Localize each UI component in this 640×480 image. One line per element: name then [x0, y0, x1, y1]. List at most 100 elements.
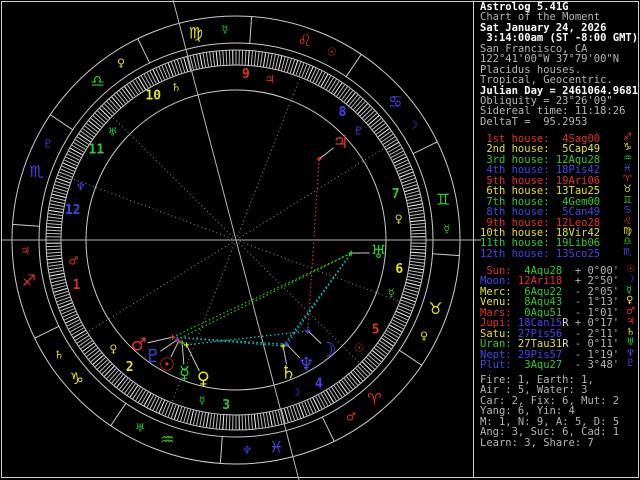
degree-tick: [408, 269, 423, 274]
sign-boundary-line: [34, 325, 60, 339]
header-line: DeltaT = 95.2953: [480, 115, 588, 128]
degree-tick: [152, 397, 160, 411]
planet-position-list: Sun: 4Aqu28 + 0°00' ☉ Moon: 12Ari18 + 2°50…: [480, 265, 635, 371]
degree-tick: [392, 319, 406, 327]
degree-tick: [199, 53, 204, 68]
degree-tick: [259, 413, 263, 428]
degree-tick: [341, 379, 351, 392]
degree-tick: [49, 203, 64, 208]
degree-tick: [192, 55, 198, 70]
degree-tick: [218, 51, 222, 66]
degree-tick: [256, 414, 260, 429]
degree-tick: [368, 115, 380, 126]
degree-tick: [47, 254, 62, 258]
zodiac-sign-icon: ♈: [367, 390, 381, 409]
sign-ruler-icon: ♅: [135, 422, 145, 435]
degree-tick: [51, 196, 66, 202]
degree-tick: [82, 342, 95, 352]
degree-tick: [75, 139, 88, 148]
degree-tick: [47, 257, 62, 261]
degree-tick: [407, 275, 422, 280]
degree-tick: [268, 412, 273, 427]
degree-tick: [408, 272, 423, 277]
degree-tick: [375, 345, 388, 355]
degree-tick: [348, 94, 359, 106]
degree-tick: [48, 263, 63, 267]
degree-tick: [405, 284, 420, 290]
degree-tick: [247, 415, 250, 430]
degree-tick: [116, 376, 126, 388]
degree-tick: [212, 414, 216, 429]
degree-tick: [262, 413, 267, 428]
house-ruler-icon: ♄: [171, 81, 181, 94]
degree-tick: [99, 108, 111, 119]
house-ruler-icon: ☿: [388, 286, 395, 299]
aspect-line: [282, 252, 352, 347]
degree-tick: [386, 141, 399, 151]
degree-tick: [271, 54, 276, 69]
degree-tick: [64, 159, 78, 167]
sign-glyph-icon: ♋: [623, 205, 632, 217]
zodiac-sign-icon: ♌: [298, 31, 312, 50]
sign-glyph-icon: ♎: [623, 236, 632, 248]
sign-boundary-line: [137, 38, 151, 64]
degree-tick: [370, 117, 382, 128]
degree-tick: [113, 374, 124, 386]
degree-tick: [222, 50, 225, 65]
planet-pointer-line: [147, 336, 173, 344]
degree-tick: [155, 398, 163, 412]
degree-tick: [205, 52, 210, 67]
degree-tick: [215, 51, 219, 66]
degree-tick: [155, 68, 163, 82]
planet-glyph-icon: ♇: [626, 357, 635, 369]
degree-tick: [410, 254, 425, 258]
degree-tick: [108, 370, 119, 382]
degree-tick: [199, 412, 204, 427]
degree-tick: [132, 386, 141, 400]
zodiac-sign-icon: ♉: [428, 299, 442, 318]
degree-tick: [49, 272, 64, 277]
degree-tick: [271, 411, 276, 426]
degree-tick: [372, 120, 384, 130]
degree-tick: [135, 388, 144, 401]
degree-tick: [357, 365, 368, 377]
house-ruler-icon: ☽: [291, 386, 301, 399]
degree-tick: [205, 413, 210, 428]
degree-tick: [65, 156, 79, 164]
sign-ruler-icon: ☉: [327, 45, 337, 58]
house-ruler-icon: ♂: [68, 255, 78, 268]
degree-tick: [387, 144, 401, 153]
degree-tick: [364, 110, 375, 121]
degree-tick: [410, 219, 425, 223]
planet-row: Plut: 3Aqu27 - 3°48' ♇: [480, 357, 635, 371]
degree-tick: [244, 415, 247, 430]
degree-tick: [259, 52, 263, 67]
planet-pointer-line: [181, 342, 185, 365]
degree-tick: [66, 319, 80, 327]
planet-pointer-line: [282, 345, 287, 365]
sign-boundary-line: [412, 141, 438, 155]
degree-tick: [192, 410, 198, 425]
degree-tick: [80, 130, 93, 140]
degree-tick: [94, 357, 106, 368]
sign-glyph-icon: ♌: [623, 215, 632, 227]
degree-tick: [52, 281, 66, 287]
degree-tick: [218, 414, 222, 429]
degree-tick: [382, 335, 396, 344]
degree-tick: [394, 159, 408, 167]
planet-glyph-icon: ♄: [280, 363, 296, 384]
stats-line: Learn: 3, Share: 7: [480, 436, 594, 449]
zodiac-sign-icon: ♏: [29, 162, 43, 181]
sign-glyph-icon: ♑: [623, 142, 632, 154]
degree-tick: [50, 275, 65, 280]
zodiac-sign-icon: ♊: [436, 190, 450, 209]
degree-tick: [328, 388, 337, 401]
degree-tick: [389, 147, 402, 156]
degree-tick: [225, 415, 228, 430]
house-number: 9: [242, 67, 250, 82]
degree-tick: [75, 332, 88, 341]
degree-tick: [49, 269, 64, 274]
degree-tick: [404, 187, 419, 193]
house-number: 12: [65, 203, 81, 218]
degree-tick: [48, 266, 63, 271]
